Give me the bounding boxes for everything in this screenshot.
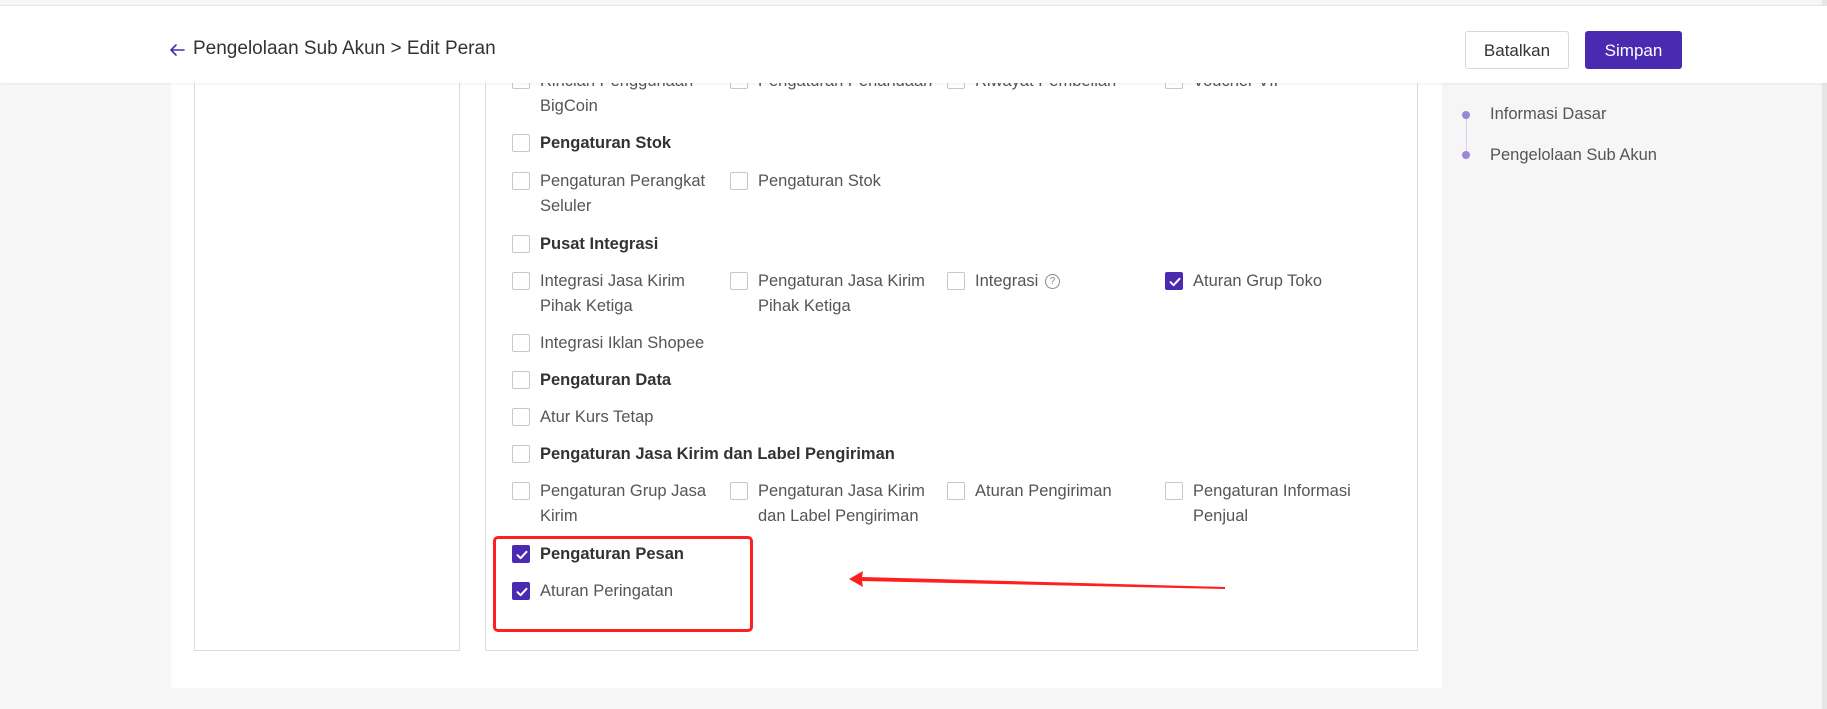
permission-label: Pihak Ketiga xyxy=(540,297,633,315)
permission-label: Pengaturan Stok xyxy=(758,172,881,190)
permission-label: Riwayat Pembelian xyxy=(975,83,1116,94)
checkbox[interactable] xyxy=(730,482,748,500)
side-nav-dot xyxy=(1462,111,1470,119)
checkbox-checked[interactable] xyxy=(1165,272,1183,290)
permission-label: Integrasi Jasa Kirim xyxy=(540,272,685,290)
checkbox[interactable] xyxy=(947,272,965,290)
group-heading: Pusat Integrasi xyxy=(540,235,659,253)
permission-label: Pengaturan Informasi xyxy=(1193,482,1351,500)
checkbox[interactable] xyxy=(1165,482,1183,500)
checkbox[interactable] xyxy=(512,172,530,190)
question-circle-icon[interactable]: ? xyxy=(1045,274,1060,289)
checkbox-group-integrasi[interactable] xyxy=(512,235,530,253)
group-heading: Pengaturan Jasa Kirim dan Label Pengirim… xyxy=(540,445,895,463)
permission-label: Voucher VIP xyxy=(1193,83,1285,94)
page-header: Pengelolaan Sub Akun > Edit Peran Batalk… xyxy=(0,6,1827,83)
permission-label: Atur Kurs Tetap xyxy=(540,408,654,426)
checkbox[interactable] xyxy=(512,334,530,352)
checkbox[interactable] xyxy=(512,83,530,89)
permission-label: Penjual xyxy=(1193,507,1249,525)
arrow-left-icon[interactable] xyxy=(168,41,186,59)
checkbox-group-stok[interactable] xyxy=(512,134,530,152)
side-nav-item-pengelolaan-sub-akun[interactable]: Pengelolaan Sub Akun xyxy=(1490,146,1657,165)
save-button[interactable]: Simpan xyxy=(1585,31,1682,69)
annotation-arrow xyxy=(849,571,1225,589)
annotation-highlight-box xyxy=(493,536,753,632)
permission-label: BigCoin xyxy=(540,97,598,115)
permission-label: Aturan Grup Toko xyxy=(1193,272,1323,290)
permission-label: Integrasi xyxy=(975,272,1039,290)
checkbox[interactable] xyxy=(947,83,965,89)
side-nav-dot xyxy=(1462,151,1470,159)
checkbox-group-data[interactable] xyxy=(512,371,530,389)
checkbox-group-jasa-kirim[interactable] xyxy=(512,445,530,463)
permission-label: Pengaturan Grup Jasa xyxy=(540,482,707,500)
checkbox[interactable] xyxy=(512,482,530,500)
breadcrumb[interactable]: Pengelolaan Sub Akun > Edit Peran xyxy=(193,38,496,60)
permission-label: dan Label Pengiriman xyxy=(758,507,919,525)
checkbox[interactable] xyxy=(1165,83,1183,89)
permission-label: Rincian Penggunaan xyxy=(540,83,693,94)
side-nav-item-informasi-dasar[interactable]: Informasi Dasar xyxy=(1490,105,1606,124)
permission-label: Integrasi Iklan Shopee xyxy=(540,334,705,352)
permission-label: Pihak Ketiga xyxy=(758,297,851,315)
permission-label: Pengaturan Jasa Kirim xyxy=(758,482,925,500)
check-icon xyxy=(1169,277,1181,287)
checkbox[interactable] xyxy=(730,272,748,290)
left-panel xyxy=(194,83,460,651)
permission-label: Seluler xyxy=(540,197,592,215)
checkbox[interactable] xyxy=(730,83,748,89)
permission-label: Aturan Pengiriman xyxy=(975,482,1112,500)
checkbox[interactable] xyxy=(730,172,748,190)
checkbox[interactable] xyxy=(947,482,965,500)
checkbox[interactable] xyxy=(512,272,530,290)
group-heading: Pengaturan Stok xyxy=(540,134,672,152)
permission-label: Kirim xyxy=(540,507,578,525)
cancel-button[interactable]: Batalkan xyxy=(1465,31,1569,69)
permission-label: Pengaturan Jasa Kirim xyxy=(758,272,925,290)
checkbox[interactable] xyxy=(512,408,530,426)
scrollbar-track[interactable] xyxy=(1822,0,1827,709)
permission-label: Pengaturan Perangkat xyxy=(540,172,706,190)
permission-label: Pengaturan Penandaan xyxy=(758,83,932,94)
group-heading: Pengaturan Data xyxy=(540,371,672,389)
